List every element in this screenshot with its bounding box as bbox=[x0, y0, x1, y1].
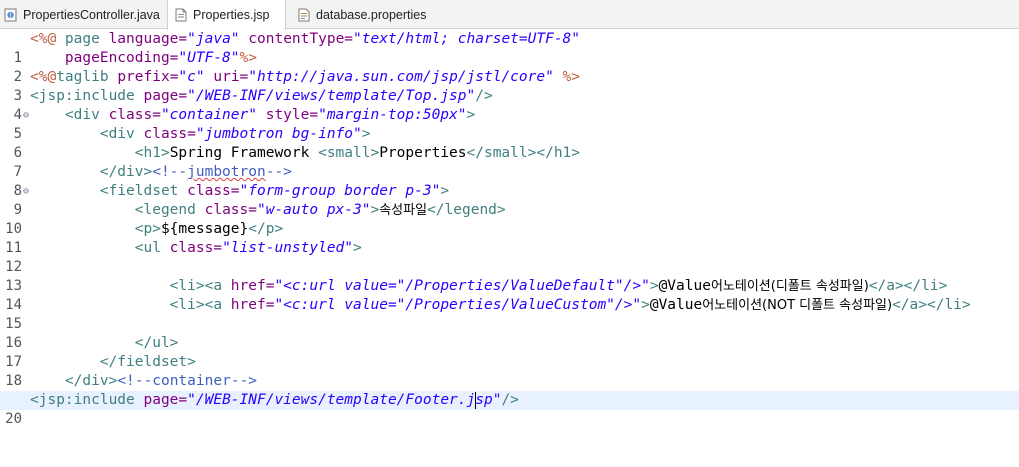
code-line: 13 bbox=[0, 258, 1019, 294]
code-line: 4 <jsp:include page="/WEB-INF/views/temp… bbox=[0, 87, 1019, 123]
code-line: 6 <div class="jumbotron bg-info"> bbox=[0, 125, 1019, 161]
code-line: 9 ⊖ <fieldset class="form-group border p… bbox=[0, 182, 1019, 218]
tab-properties-controller[interactable]: J PropertiesController.java bbox=[0, 0, 160, 29]
code-line: 16 bbox=[0, 315, 1019, 351]
code-line: 19 </div><!--container--> bbox=[0, 372, 1019, 408]
tab-properties-jsp[interactable]: Properties.jsp bbox=[167, 0, 286, 30]
fold-toggle-icon[interactable]: ⊖ bbox=[23, 106, 29, 125]
code-line: 18 </fieldset> bbox=[0, 353, 1019, 389]
fold-toggle-icon[interactable]: ⊖ bbox=[23, 182, 29, 201]
tab-label: PropertiesController.java bbox=[23, 7, 160, 22]
code-line: 2 pageEncoding="UTF-8"%> bbox=[0, 49, 1019, 85]
code-line: 5 ⊖ <div class="container" style="margin… bbox=[0, 106, 1019, 142]
tab-database-properties[interactable]: database.properties bbox=[293, 0, 443, 29]
code-line: 11 <p>${message}</p> bbox=[0, 220, 1019, 256]
code-editor[interactable]: 1 <%@ page language="java" contentType="… bbox=[0, 30, 1019, 427]
code-line: 12 <ul class="list-unstyled"> bbox=[0, 239, 1019, 275]
jsp-file-icon bbox=[174, 8, 188, 22]
svg-text:J: J bbox=[9, 12, 12, 19]
properties-file-icon bbox=[297, 8, 311, 22]
code-line: 14 <li><a href="<c:url value="/Propertie… bbox=[0, 277, 1019, 313]
tab-label: database.properties bbox=[316, 7, 427, 22]
code-line: 3 <%@taglib prefix="c" uri="http://java.… bbox=[0, 68, 1019, 104]
code-line: 10 <legend class="w-auto px-3">속성파일</leg… bbox=[0, 201, 1019, 237]
code-line: 1 <%@ page language="java" contentType="… bbox=[0, 30, 1019, 66]
code-line: 15 <li><a href="<c:url value="/Propertie… bbox=[0, 296, 1019, 332]
code-line: 8 </div><!--jumbotron--> bbox=[0, 163, 1019, 199]
spelling-warning: jumbotron bbox=[187, 164, 266, 180]
editor-tab-bar: J PropertiesController.java Properties.j… bbox=[0, 0, 1019, 30]
tab-label: Properties.jsp bbox=[193, 8, 270, 22]
code-line-current: 20 <jsp:include page="/WEB-INF/views/tem… bbox=[0, 391, 1019, 427]
code-line: 17 </ul> bbox=[0, 334, 1019, 370]
code-line: 7 <h1>Spring Framework <small>Properties… bbox=[0, 144, 1019, 180]
java-file-icon: J bbox=[4, 8, 18, 22]
